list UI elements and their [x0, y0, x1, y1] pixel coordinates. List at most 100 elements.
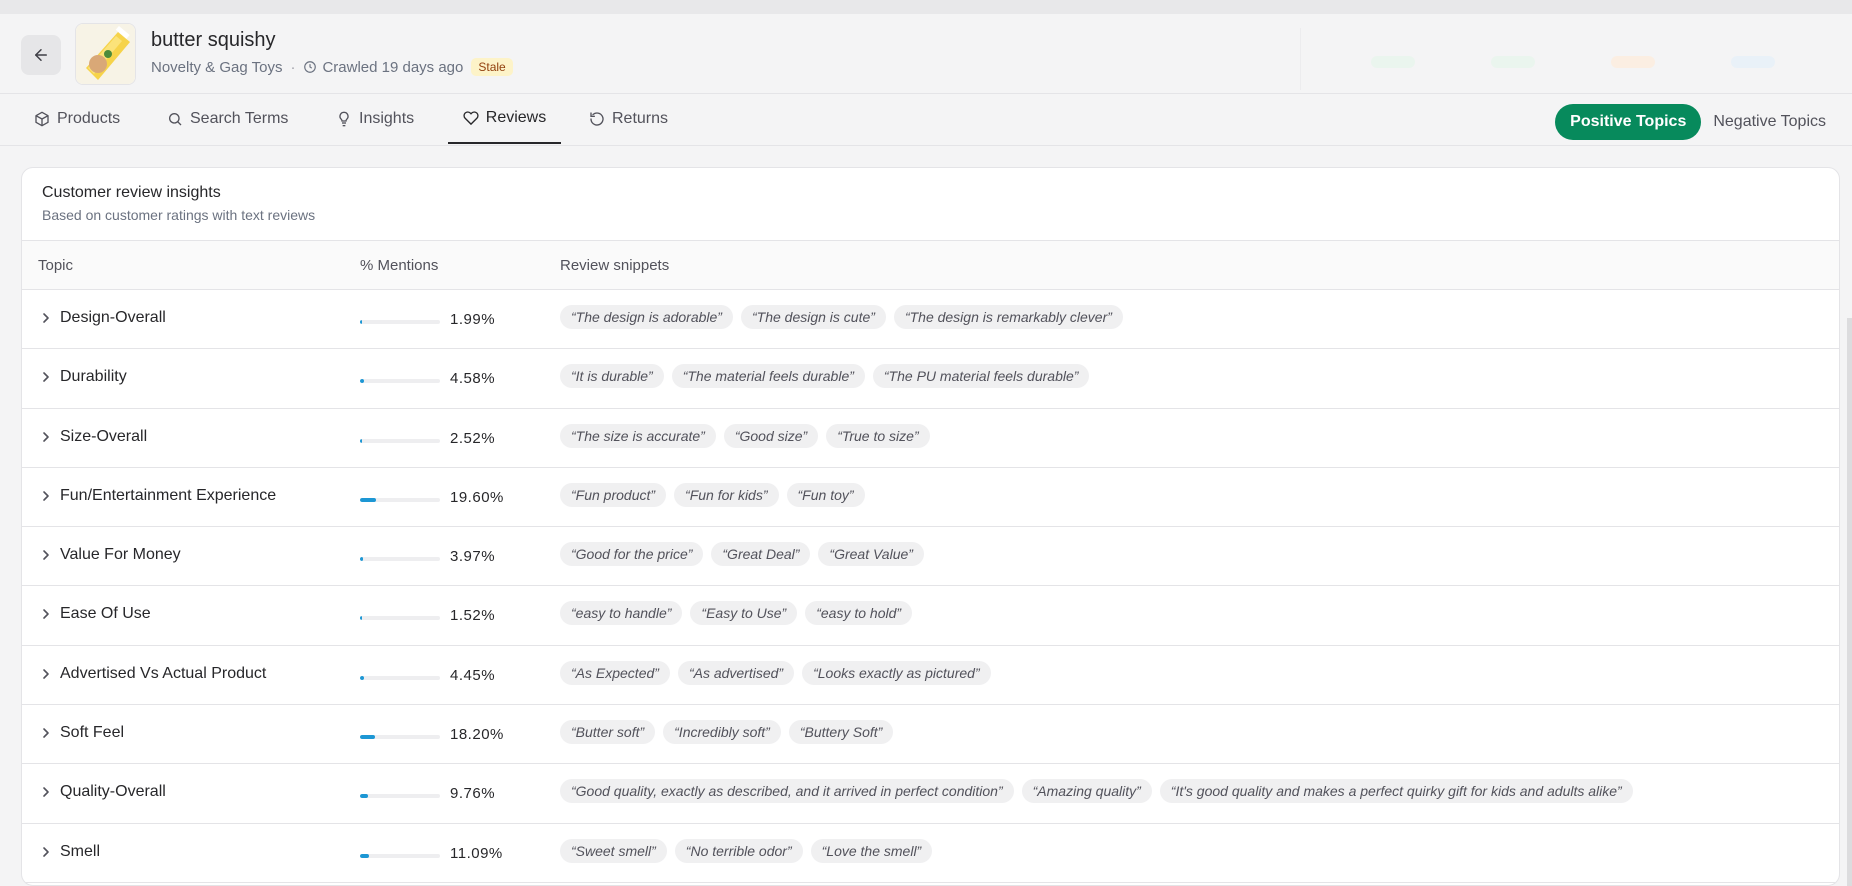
snippet-chip: “It is durable”	[560, 364, 664, 389]
mentions-bar-fill	[360, 379, 364, 384]
topic-name: Ease Of Use	[60, 605, 151, 623]
stale-badge: Stale	[471, 58, 513, 76]
faded-metric	[1491, 56, 1535, 68]
chevron-right-icon[interactable]	[40, 490, 52, 502]
mentions-percent: 19.60%	[450, 488, 504, 506]
snippet-chip: “Love the smell”	[810, 838, 933, 863]
snippet-chip: “As advertised”	[677, 660, 795, 685]
snippet-chip: “Incredibly soft”	[663, 720, 781, 745]
mentions-bar-fill	[360, 438, 363, 443]
table-row[interactable]: Smell 11.09% “Sweet smell” “No terrible odo…	[22, 824, 1839, 883]
chevron-right-icon[interactable]	[40, 786, 52, 798]
snippet-chip: “Good for the price”	[560, 542, 704, 567]
snippet-chip: “No terrible odor”	[674, 838, 803, 863]
category-label: Novelty & Gag Toys	[151, 58, 283, 76]
topic-name: Design-Overall	[60, 309, 166, 326]
tab-returns[interactable]: Returns	[589, 94, 668, 144]
snippet-chip: “It's good quality and makes a perfect q…	[1159, 779, 1633, 804]
mentions-bar-fill	[360, 557, 364, 562]
mentions-bar	[360, 675, 440, 680]
topic-name: Durability	[60, 368, 127, 386]
faded-metrics-area	[1300, 28, 1852, 90]
mentions-bar-fill	[360, 320, 362, 324]
mentions-bar-fill	[360, 675, 364, 680]
snippet-chip: “easy to hold”	[805, 601, 913, 626]
table-row[interactable]: Size-Overall 2.52% “The size is accurate” “…	[22, 409, 1839, 468]
snippet-chip: “Amazing quality”	[1021, 779, 1152, 804]
snippet-chip: “Looks exactly as pictured”	[802, 660, 991, 685]
table-row[interactable]: Durability 4.58% “It is durable” “The mater…	[22, 349, 1839, 409]
mentions-bar-fill	[360, 794, 368, 799]
mentions-bar	[360, 320, 440, 324]
snippet-chip: “The design is remarkably clever”	[893, 305, 1123, 329]
table-row[interactable]: Advertised Vs Actual Product 4.45% “As Exp…	[22, 646, 1839, 706]
tab-products[interactable]: Products	[34, 94, 120, 144]
table-row[interactable]: Quality-Overall 9.76% “Good quality, exact…	[22, 764, 1839, 824]
mentions-percent: 4.45%	[450, 666, 496, 684]
chevron-right-icon[interactable]	[40, 668, 52, 680]
review-snippets: “Good for the price” “Great Deal” “Great V…	[560, 542, 924, 567]
tab-reviews[interactable]: Reviews	[448, 94, 561, 144]
separator-dot: ·	[290, 58, 296, 76]
snippet-chip: “The design is cute”	[740, 305, 886, 329]
snippet-chip: “Easy to Use”	[690, 601, 798, 626]
mentions-percent: 3.97%	[450, 548, 496, 566]
chevron-right-icon[interactable]	[40, 549, 52, 561]
mentions-percent: 1.99%	[450, 311, 496, 328]
tab-bar: Products Search Terms Insights Reviews R…	[0, 94, 1852, 146]
snippet-chip: “The size is accurate”	[560, 423, 716, 448]
mentions-bar	[360, 735, 440, 740]
table-row[interactable]: Value For Money 3.97% “Good for the price”…	[22, 527, 1839, 587]
snippet-chip: “Good size”	[723, 423, 819, 448]
table-header: Topic % Mentions Review snippets	[22, 240, 1839, 290]
table-row[interactable]: Fun/Entertainment Experience 19.60% “Fun p…	[22, 468, 1839, 528]
chevron-right-icon[interactable]	[40, 431, 52, 443]
mentions-bar	[360, 616, 440, 621]
snippet-chip: “Sweet smell”	[560, 838, 667, 863]
snippet-chip: “The design is adorable”	[560, 305, 733, 329]
chevron-right-icon[interactable]	[40, 312, 52, 324]
topic-name: Smell	[60, 842, 101, 860]
snippet-chip: “True to size”	[826, 423, 930, 448]
table-body: Design-Overall 1.99% “The design is adorab…	[22, 290, 1839, 883]
mentions-bar-fill	[360, 853, 369, 858]
arrow-left-icon	[35, 49, 47, 61]
snippet-chip: “Good quality, exactly as described, and…	[560, 779, 1014, 804]
mentions-percent: 9.76%	[450, 785, 496, 803]
review-snippets: “As Expected” “As advertised” “Looks exact…	[560, 660, 991, 685]
product-header: butter squishy Novelty & Gag Toys · Craw…	[0, 14, 1852, 94]
scrollbar[interactable]	[1847, 318, 1852, 886]
review-snippets: “Fun product” “Fun for kids” “Fun toy”	[560, 482, 865, 507]
mentions-bar-fill	[360, 616, 362, 621]
tab-insights[interactable]: Insights	[336, 94, 414, 144]
snippet-chip: “As Expected”	[560, 660, 670, 685]
mentions-bar	[360, 853, 440, 858]
snippet-chip: “The PU material feels durable”	[872, 364, 1090, 389]
crawled-text: Crawled 19 days ago	[322, 58, 464, 76]
table-row[interactable]: Design-Overall 1.99% “The design is adorab…	[22, 290, 1839, 350]
crawl-status: Crawled 19 days ago	[303, 59, 463, 76]
product-meta: Novelty & Gag Toys · Crawled 19 days ago…	[151, 58, 513, 76]
negative-topics-button[interactable]: Negative Topics	[1701, 104, 1838, 140]
header-snippets: Review snippets	[560, 257, 670, 274]
header-mentions: % Mentions	[360, 257, 439, 274]
chevron-right-icon[interactable]	[40, 727, 52, 739]
chevron-right-icon[interactable]	[40, 371, 52, 383]
table-row[interactable]: Soft Feel 18.20% “Butter soft” “Incredibly …	[22, 705, 1839, 765]
back-button[interactable]	[21, 35, 61, 75]
heart-icon	[463, 111, 479, 126]
review-snippets: “Good quality, exactly as described, and…	[560, 779, 1633, 804]
tab-search-terms[interactable]: Search Terms	[167, 94, 288, 144]
chevron-right-icon[interactable]	[40, 608, 52, 620]
header-topic: Topic	[38, 257, 74, 274]
table-row[interactable]: Ease Of Use 1.52% “easy to handle” “Easy to…	[22, 586, 1839, 646]
search-icon	[169, 113, 182, 126]
positive-topics-button[interactable]: Positive Topics	[1555, 104, 1702, 140]
mentions-percent: 18.20%	[450, 726, 504, 744]
snippet-chip: “Fun for kids”	[674, 482, 779, 507]
rotate-ccw-icon	[590, 112, 604, 126]
topic-name: Size-Overall	[60, 427, 148, 445]
snippet-chip: “Fun product”	[560, 482, 667, 507]
chevron-right-icon[interactable]	[40, 846, 52, 858]
topic-name: Soft Feel	[60, 724, 125, 742]
